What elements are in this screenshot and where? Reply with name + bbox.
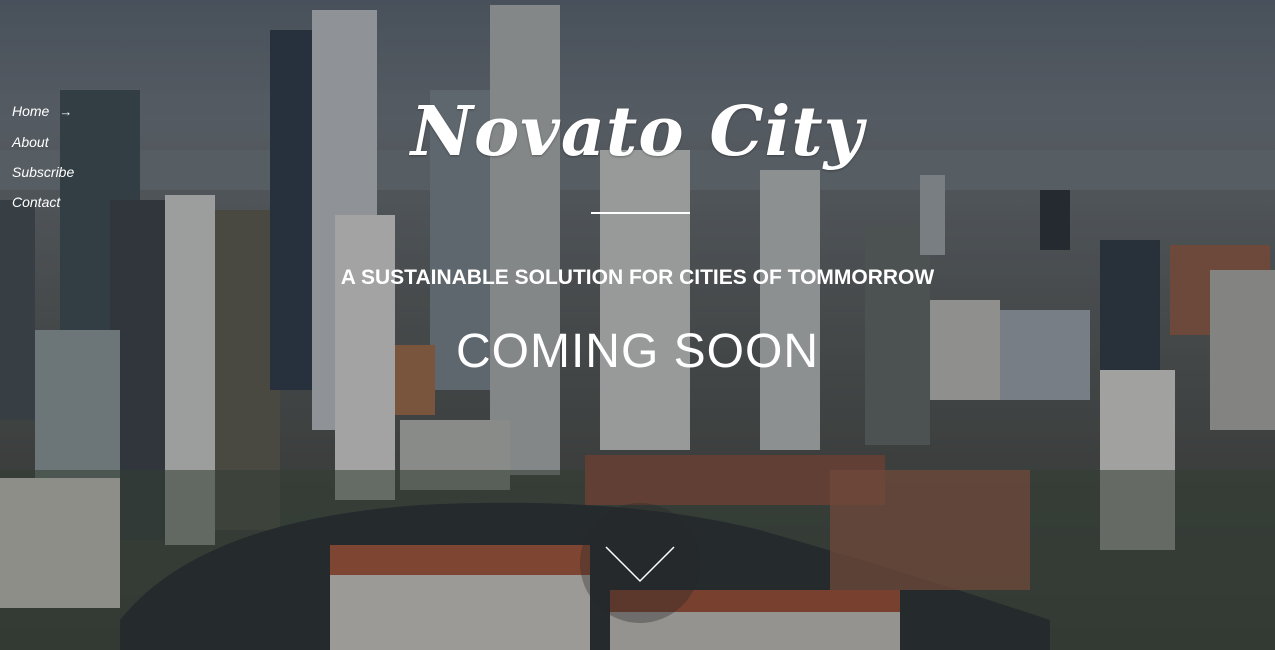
tagline: A SUSTAINABLE SOLUTION FOR CITIES OF TOM… <box>340 266 935 289</box>
chevron-down-icon <box>605 546 675 583</box>
scroll-down-button[interactable] <box>580 503 700 623</box>
page-title: Novato City <box>410 92 865 172</box>
title-divider <box>591 212 690 214</box>
nav-item-contact[interactable]: Contact <box>12 187 74 217</box>
coming-soon-heading: COMING SOON <box>455 325 819 378</box>
nav-contact-label: Contact <box>12 194 61 210</box>
